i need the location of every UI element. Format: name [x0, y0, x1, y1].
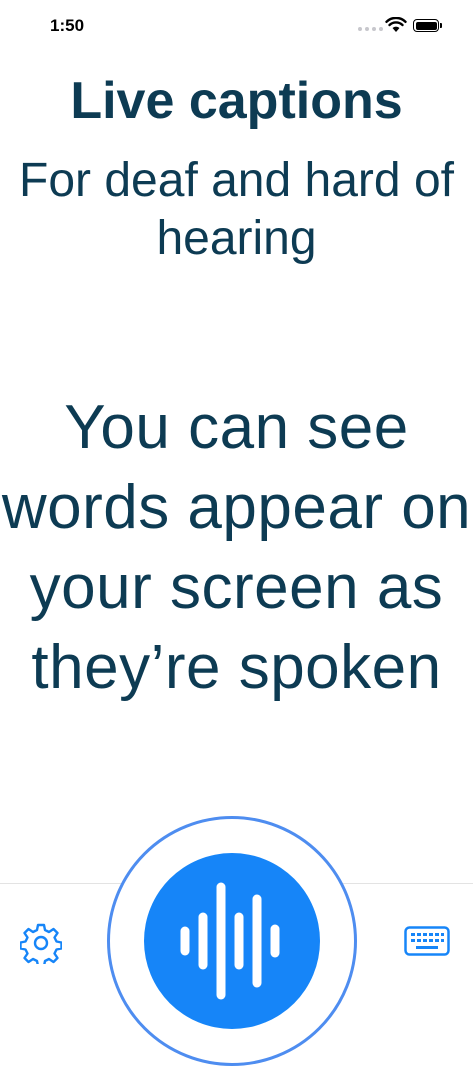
page-subtitle: For deaf and hard of hearing [19, 154, 454, 265]
cellular-signal-icon [358, 27, 383, 31]
waveform-icon [180, 882, 280, 1000]
status-time: 1:50 [50, 16, 85, 35]
listen-button[interactable] [144, 853, 320, 1029]
status-bar: 1:50 [0, 0, 473, 52]
gear-icon[interactable] [20, 922, 62, 964]
wifi-icon [385, 17, 407, 32]
keyboard-icon[interactable] [404, 926, 450, 956]
caption-text: You can see words appear on your screen … [1, 393, 472, 702]
battery-icon [413, 19, 442, 32]
page-title: Live captions [70, 72, 403, 130]
